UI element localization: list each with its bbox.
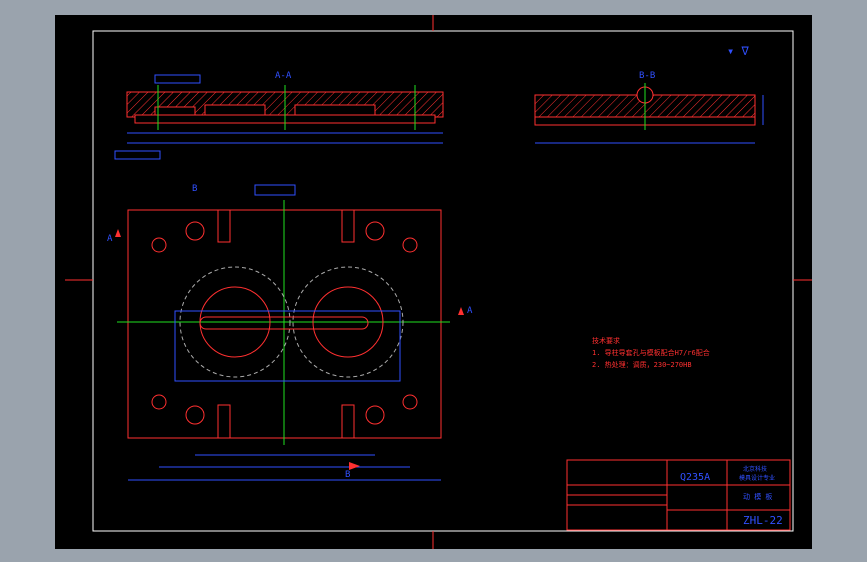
material-label: Q235A <box>680 472 710 483</box>
roughness-mark: ▾ ∇ <box>727 44 749 58</box>
note-2: 2. 热处理：调质，230~270HB <box>592 360 692 369</box>
marker-a-right: A <box>467 306 473 316</box>
section-aa-label: A-A <box>275 71 292 81</box>
note-1: 1. 导柱导套孔与模板配合H7/r6配合 <box>592 348 710 357</box>
company-line1: 北京科技 <box>743 465 767 473</box>
drawing-canvas[interactable]: ▾ ∇ A-A B-B A A B B 技术要求 1. 导柱导套孔与模板配合H7… <box>55 15 812 549</box>
marker-b-bottom: B <box>345 470 350 480</box>
marker-a-left: A <box>107 234 113 244</box>
notes-title: 技术要求 <box>592 336 620 345</box>
title-block: Q235A 北京科技 模具设计专业 动 模 板 ZHL-22 <box>566 459 791 531</box>
company-line2: 模具设计专业 <box>739 474 775 482</box>
marker-b-top: B <box>192 184 197 194</box>
drawing-svg: ▾ ∇ A-A B-B A A B B 技术要求 1. 导柱导套孔与模板配合H7… <box>65 15 812 549</box>
drawing-number: ZHL-22 <box>743 514 783 527</box>
section-b-b: B-B <box>534 71 764 144</box>
plan-view: A A B B <box>107 184 473 481</box>
section-bb-label: B-B <box>639 71 655 81</box>
cad-viewport: ▾ ∇ A-A B-B A A B B 技术要求 1. 导柱导套孔与模板配合H7… <box>0 0 867 562</box>
technical-notes: 技术要求 1. 导柱导套孔与模板配合H7/r6配合 2. 热处理：调质，230~… <box>592 336 710 369</box>
part-name: 动 模 板 <box>743 492 772 501</box>
section-a-a: A-A <box>114 71 444 160</box>
